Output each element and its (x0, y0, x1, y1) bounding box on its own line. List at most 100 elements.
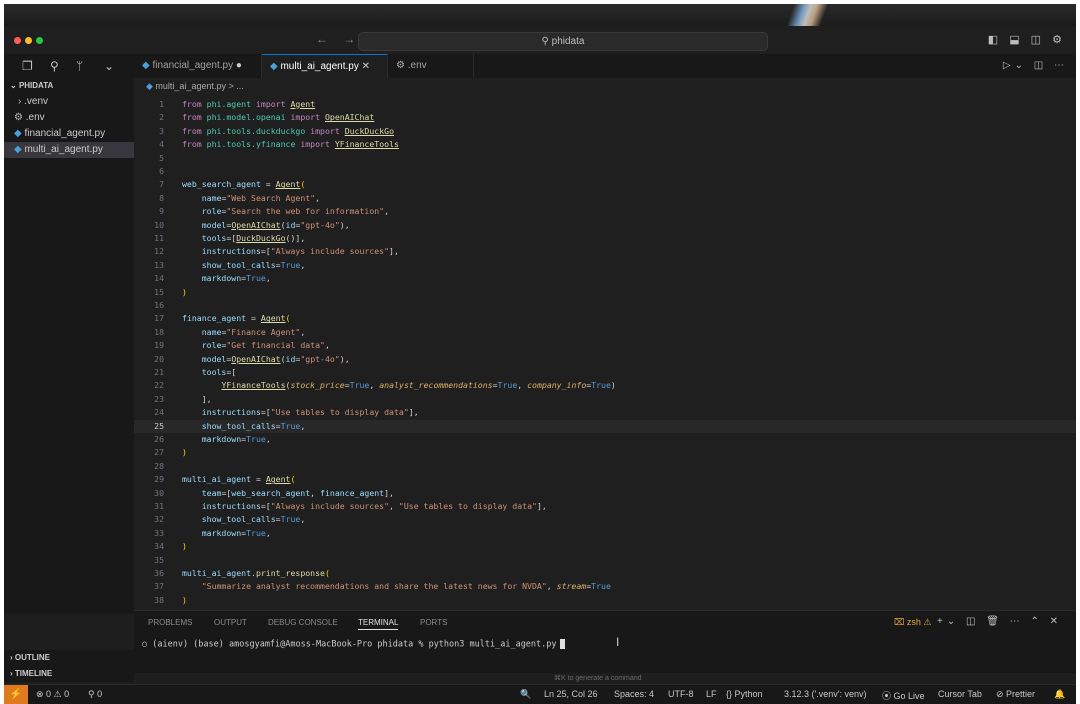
close-icon[interactable]: ✕ (362, 61, 370, 72)
notifications-bell-icon[interactable]: 🔔 (1054, 689, 1065, 700)
tab-financial-agent[interactable]: ◆ financial_agent.py ● (134, 54, 262, 78)
tab-ports[interactable]: PORTS (420, 618, 447, 627)
code-line[interactable]: 17 finance_agent = Agent( (134, 312, 1076, 325)
sidebar-item-financial-agent[interactable]: ◆ financial_agent.py (4, 126, 134, 142)
sidebar-item-multi-ai-agent[interactable]: ◆ multi_ai_agent.py (4, 142, 134, 158)
code-line[interactable]: 38) (134, 594, 1076, 607)
code-line[interactable]: 25 show_tool_calls=True, (134, 419, 1076, 433)
cursor-tab-button[interactable]: Cursor Tab (938, 689, 982, 699)
code-line[interactable]: 37 "Summarize analyst recommendations an… (134, 580, 1076, 593)
python-interpreter[interactable]: 3.12.3 ('.venv': venv) (784, 689, 866, 699)
tab-env[interactable]: ⚙ .env (388, 54, 474, 78)
code-line[interactable]: 27) (134, 446, 1076, 459)
prettier-button[interactable]: ⊘ Prettier (996, 689, 1035, 700)
code-line[interactable]: 9 role="Search the web for information", (134, 205, 1076, 218)
terminal-shell-selector[interactable]: ⌧ zsh ⚠ (894, 617, 931, 628)
code-line[interactable]: 18 name="Finance Agent", (134, 326, 1076, 339)
code-line[interactable]: 28 (134, 460, 1076, 473)
modified-dot-icon[interactable]: ● (236, 60, 242, 71)
close-window-button[interactable] (14, 37, 21, 44)
code-line[interactable]: 10 model=OpenAIChat(id="gpt-4o"), (134, 219, 1076, 232)
code-text: name="Web Search Agent", (201, 192, 321, 203)
sidebar-item-venv[interactable]: › .venv (4, 94, 134, 110)
code-text: name="Finance Agent", (201, 326, 306, 337)
code-line[interactable]: 23 ], (134, 393, 1076, 406)
line-number: 17 (154, 313, 164, 324)
tab-multi-ai-agent[interactable]: ◆ multi_ai_agent.py ✕ (262, 54, 388, 78)
source-control-icon[interactable]: ᛘ (76, 59, 83, 73)
zoom-icon[interactable]: 🔍 (520, 689, 531, 700)
code-line[interactable]: 26 markdown=True, (134, 433, 1076, 446)
cursor-position[interactable]: Ln 25, Col 26 (544, 689, 598, 699)
code-line[interactable]: 22 YFinanceTools(stock_price=True, analy… (134, 379, 1076, 392)
timeline-label: TIMELINE (14, 669, 53, 678)
timeline-section[interactable]: › TIMELINE (4, 666, 134, 682)
outline-section[interactable]: › OUTLINE (4, 650, 134, 666)
code-line[interactable]: 35 (134, 554, 1076, 567)
code-line[interactable]: 2 from phi.model.openai import OpenAIChat (134, 111, 1076, 124)
tab-problems[interactable]: PROBLEMS (148, 618, 192, 627)
code-line[interactable]: 14 markdown=True, (134, 272, 1076, 285)
code-line[interactable]: 11 tools=[DuckDuckGo()], (134, 232, 1076, 245)
maximize-window-button[interactable] (36, 37, 43, 44)
code-line[interactable]: 12 instructions=["Always include sources… (134, 245, 1076, 258)
command-center-search[interactable]: ⚲ phidata (358, 32, 768, 51)
code-line[interactable]: 13 show_tool_calls=True, (134, 259, 1076, 272)
explorer-icon[interactable]: ❐ (22, 59, 33, 73)
code-line[interactable]: 6 (134, 165, 1076, 178)
layout-toggle-icons[interactable]: ◧ ⬓ ◫ ⚙ (988, 33, 1066, 46)
code-line[interactable]: 3 from phi.tools.duckduckgo import DuckDu… (134, 125, 1076, 138)
code-line[interactable]: 4 from phi.tools.yfinance import YFinance… (134, 138, 1076, 151)
code-text: from phi.tools.duckduckgo import DuckDuc… (182, 125, 394, 136)
explorer-header[interactable]: ⌄ PHIDATA (10, 81, 53, 90)
code-line[interactable]: 29 multi_ai_agent = Agent( (134, 473, 1076, 486)
ports-count[interactable]: ⚲ 0 (88, 689, 102, 700)
code-line[interactable]: 33 markdown=True, (134, 527, 1076, 540)
code-line[interactable]: 7 web_search_agent = Agent( (134, 178, 1076, 191)
tab-debug-console[interactable]: DEBUG CONSOLE (268, 618, 338, 627)
nav-arrows-icon[interactable]: ← → (316, 32, 361, 46)
run-and-split-icons[interactable]: ▷⌄ ◫ ⋯ (1003, 60, 1068, 71)
sidebar-item-label: .venv (24, 96, 49, 107)
code-line[interactable]: 5 (134, 152, 1076, 165)
code-text: YFinanceTools(stock_price=True, analyst_… (221, 380, 616, 391)
encoding[interactable]: UTF-8 (668, 689, 694, 699)
code-line[interactable]: 24 instructions=["Use tables to display … (134, 406, 1076, 419)
code-line[interactable]: 19 role="Get financial data", (134, 339, 1076, 352)
code-line[interactable]: 21 tools=[ (134, 366, 1076, 379)
minimize-window-button[interactable] (25, 37, 32, 44)
line-number: 11 (154, 233, 164, 243)
remote-indicator-icon[interactable]: ⚡ (4, 685, 28, 704)
code-line[interactable]: 32 show_tool_calls=True, (134, 513, 1076, 526)
code-line[interactable]: 1 from phi.agent import Agent (134, 98, 1076, 111)
gear-icon: ⚙ (14, 112, 26, 123)
code-line[interactable]: 34) (134, 540, 1076, 553)
terminal-toolbar-icons[interactable]: +⌄ ◫ 🗑 ⋯ ⌃ ✕ (937, 616, 1062, 627)
search-icon[interactable]: ⚲ (50, 59, 59, 73)
code-line[interactable]: 16 (134, 299, 1076, 312)
line-ending[interactable]: LF (706, 689, 717, 699)
go-live-button[interactable]: ⦿ Go Live (882, 689, 925, 702)
code-text: ) (182, 447, 187, 458)
tab-terminal[interactable]: TERMINAL (358, 618, 399, 630)
code-editor[interactable]: 1 from phi.agent import Agent 2 from phi.mo… (134, 94, 1076, 610)
code-line[interactable]: 36 multi_ai_agent.print_response( (134, 567, 1076, 580)
indentation[interactable]: Spaces: 4 (614, 689, 654, 699)
code-text: model=OpenAIChat(id="gpt-4o"), (201, 219, 350, 230)
language-mode[interactable]: {} Python (726, 689, 763, 699)
breadcrumb[interactable]: ◆ multi_ai_agent.py > ... (134, 78, 1076, 94)
code-text: role="Get financial data", (201, 340, 330, 351)
code-line[interactable]: 31 instructions=["Always include sources… (134, 500, 1076, 513)
chevron-down-icon[interactable]: ⌄ (104, 59, 114, 73)
code-line[interactable]: 15) (134, 286, 1076, 299)
terminal-output[interactable]: ○ (aienv) (base) amosgyamfi@Amoss-MacBoo… (142, 639, 565, 650)
line-number: 26 (154, 434, 164, 444)
sidebar-item-env[interactable]: ⚙ .env (4, 110, 134, 126)
code-line[interactable]: 20 model=OpenAIChat(id="gpt-4o"), (134, 353, 1076, 366)
code-line[interactable]: 8 name="Web Search Agent", (134, 192, 1076, 205)
code-line[interactable]: 30 team=[web_search_agent, finance_agent… (134, 487, 1076, 500)
tab-output[interactable]: OUTPUT (214, 618, 247, 627)
problems-count[interactable]: ⊗ 0 ⚠ 0 (36, 689, 69, 700)
line-number: 27 (154, 447, 164, 458)
code-text: role="Search the web for information", (201, 206, 390, 217)
